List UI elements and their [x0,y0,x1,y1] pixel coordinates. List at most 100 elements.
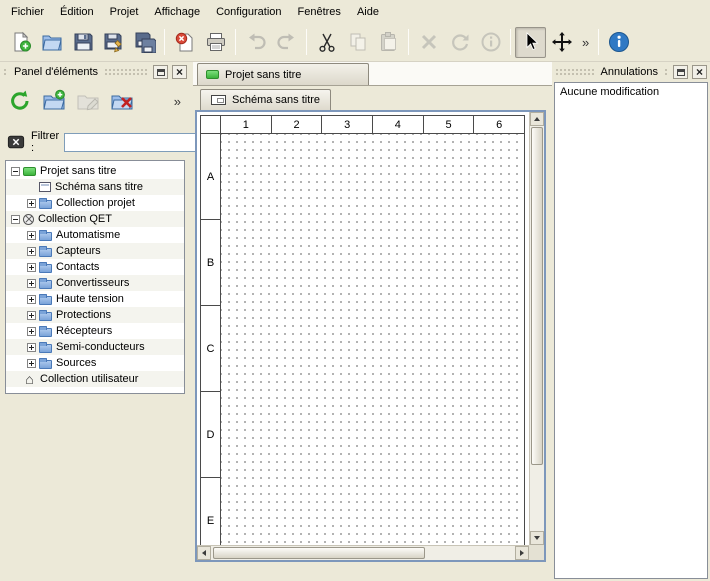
menu-projet[interactable]: Projet [102,3,147,21]
save-as-button[interactable] [98,27,129,58]
tree-spacer [11,375,20,384]
tree-item-collection-qet[interactable]: Collection QET [6,211,184,227]
expand-icon[interactable] [27,343,36,352]
expand-icon[interactable] [27,327,36,336]
scroll-down-button[interactable] [530,531,544,545]
toolbar-separator [306,29,307,55]
rotate-icon [449,31,471,53]
elements-panel: Panel d'éléments » [0,62,190,581]
undo-panel-titlebar[interactable]: Annulations [552,62,710,82]
tree-spacer [27,183,36,192]
menu-fenetres[interactable]: Fenêtres [290,3,349,21]
cut-icon [316,31,338,53]
float-panel-button[interactable] [673,65,688,79]
tab-diagram[interactable]: Schéma sans titre [200,89,331,110]
save-all-button[interactable] [129,27,160,58]
tree-item-project[interactable]: Projet sans titre [6,163,184,179]
collapse-icon[interactable] [11,167,20,176]
cut-button[interactable] [311,27,342,58]
panel-toolbar-overflow-button[interactable]: » [174,94,185,109]
expand-icon[interactable] [27,311,36,320]
pan-mode-button[interactable] [546,27,577,58]
clear-filter-icon [6,133,26,151]
mdi-area: Projet sans titre Schéma sans titre 1 2 [190,62,552,581]
new-document-button[interactable] [5,27,36,58]
scroll-right-button[interactable] [515,546,529,560]
open-project-button[interactable] [36,27,67,58]
dock-grip [104,68,149,76]
project-icon [206,70,219,79]
diagram-canvas[interactable] [221,134,524,545]
new-document-icon [10,31,32,53]
move-icon [551,31,573,53]
folder-icon [39,344,52,353]
diagram-scroll-area[interactable]: 1 2 3 4 5 6 A B C D [197,112,529,545]
tree-item-automatisme[interactable]: Automatisme [6,227,184,243]
folder-icon [39,296,52,305]
undo-panel-title: Annulations [599,66,661,78]
horizontal-scroll-thumb[interactable] [213,547,425,559]
menu-affichage[interactable]: Affichage [146,3,208,21]
about-qet-button[interactable] [603,27,634,58]
close-document-icon [174,31,196,53]
tree-item-collection-projet[interactable]: Collection projet [6,195,184,211]
save-as-icon [103,31,125,53]
delete-element-button[interactable] [107,87,136,116]
tree-item-protections[interactable]: Protections [6,307,184,323]
elements-panel-title: Panel d'éléments [12,66,100,78]
expand-icon[interactable] [27,263,36,272]
menu-configuration[interactable]: Configuration [208,3,289,21]
elements-panel-titlebar[interactable]: Panel d'éléments [0,62,190,82]
tree-item-haute-tension[interactable]: Haute tension [6,291,184,307]
selection-mode-button[interactable] [515,27,546,58]
toolbar-overflow-button[interactable]: » [577,35,594,50]
menu-aide[interactable]: Aide [349,3,387,21]
frame-corner [201,116,221,133]
expand-icon[interactable] [27,295,36,304]
close-panel-button[interactable] [692,65,707,79]
menu-bar: Fichier Édition Projet Affichage Configu… [0,0,710,23]
arrow-right-icon [520,550,524,556]
vertical-scroll-thumb[interactable] [531,127,543,465]
close-icon [176,66,183,79]
menu-edition[interactable]: Édition [52,3,102,21]
scroll-left-button[interactable] [197,546,211,560]
horizontal-scrollbar[interactable] [197,545,529,560]
expand-icon[interactable] [27,279,36,288]
print-button[interactable] [200,27,231,58]
tree-item-recepteurs[interactable]: Récepteurs [6,323,184,339]
tree-item-convertisseurs[interactable]: Convertisseurs [6,275,184,291]
new-element-button[interactable] [39,87,68,116]
undo-icon [245,31,267,53]
tree-item-capteurs[interactable]: Capteurs [6,243,184,259]
tree-item-sources[interactable]: Sources [6,355,184,371]
expand-icon[interactable] [27,247,36,256]
arrow-left-icon [202,550,206,556]
row-header: A [201,134,220,220]
menu-fichier[interactable]: Fichier [3,3,52,21]
filter-row: Filtrer : [0,130,190,154]
vertical-scrollbar[interactable] [529,112,544,545]
column-header: 6 [474,116,524,133]
float-panel-button[interactable] [153,65,168,79]
reload-collections-button[interactable] [5,87,34,116]
delete-button [413,27,444,58]
about-info-icon [608,31,630,53]
undo-list[interactable]: Aucune modification [554,82,708,579]
tree-item-schema[interactable]: Schéma sans titre [6,179,184,195]
tab-project[interactable]: Projet sans titre [197,63,369,85]
close-panel-button[interactable] [172,65,187,79]
column-headers: 1 2 3 4 5 6 [201,116,524,134]
close-document-button[interactable] [169,27,200,58]
save-button[interactable] [67,27,98,58]
expand-icon[interactable] [27,199,36,208]
tree-item-contacts[interactable]: Contacts [6,259,184,275]
clear-filter-button[interactable] [6,132,26,152]
scroll-up-button[interactable] [530,112,544,126]
tree-item-semi-conducteurs[interactable]: Semi-conducteurs [6,339,184,355]
copy-icon [347,31,369,53]
tree-item-collection-utilisateur[interactable]: Collection utilisateur [6,371,184,387]
expand-icon[interactable] [27,231,36,240]
collapse-icon[interactable] [11,215,20,224]
expand-icon[interactable] [27,359,36,368]
